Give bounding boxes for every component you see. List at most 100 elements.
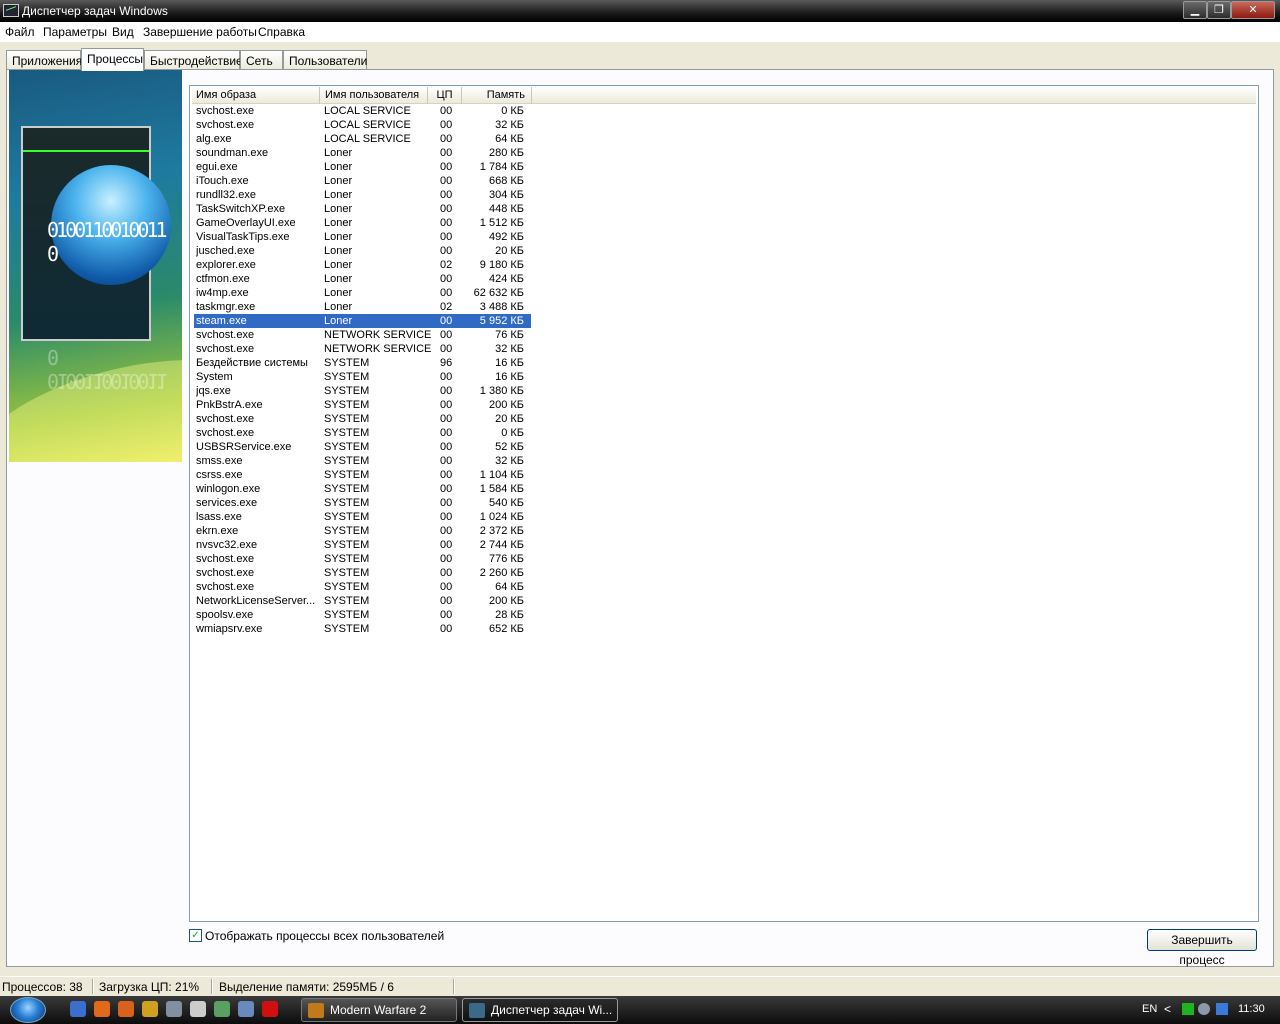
tab-applications[interactable]: Приложения [6,50,82,70]
process-cpu: 00 [440,455,453,467]
table-row[interactable]: svchost.exe NETWORK SERVICE 00 32 КБ [194,342,531,356]
process-name: steam.exe [196,315,247,327]
table-row[interactable]: wmiapsrv.exe SYSTEM 00 652 КБ [194,622,531,636]
end-process-button[interactable]: Завершить процесс [1147,929,1257,967]
tab-network[interactable]: Сеть [240,50,283,70]
eye-app-icon[interactable] [142,1001,158,1017]
process-user: SYSTEM [324,623,370,635]
media-player-icon[interactable] [118,1001,134,1017]
opera-icon[interactable] [262,1001,278,1017]
process-memory: 20 КБ [495,245,524,257]
calculator-icon[interactable] [238,1001,254,1017]
menu-view[interactable]: Вид [112,25,134,39]
table-row[interactable]: iw4mp.exe Loner 00 62 632 КБ [194,286,531,300]
show-all-users-label[interactable]: Отображать процессы всех пользователей [205,929,444,943]
column-image-name[interactable]: Имя образа [192,87,320,104]
table-row[interactable]: iTouch.exe Loner 00 668 КБ [194,174,531,188]
maximize-button[interactable]: ❐ [1207,1,1231,19]
process-name: lsass.exe [196,511,242,523]
menu-shutdown[interactable]: Завершение работы [143,25,257,39]
table-row[interactable]: NetworkLicenseServer... SYSTEM 00 200 КБ [194,594,531,608]
firefox-icon[interactable] [94,1001,110,1017]
table-row[interactable]: TaskSwitchXP.exe Loner 00 448 КБ [194,202,531,216]
table-row[interactable]: PnkBstrA.exe SYSTEM 00 200 КБ [194,398,531,412]
table-row[interactable]: services.exe SYSTEM 00 540 КБ [194,496,531,510]
process-name: jqs.exe [196,385,231,397]
table-row[interactable]: ekrn.exe SYSTEM 00 2 372 КБ [194,524,531,538]
process-memory: 2 260 КБ [479,567,524,579]
menu-file[interactable]: Файл [5,25,35,39]
steam-tray-icon[interactable] [1198,1003,1210,1015]
process-cpu: 00 [440,497,453,509]
steam-icon[interactable] [166,1001,182,1017]
tray-expand-icon[interactable]: < [1164,1002,1176,1016]
table-row[interactable]: spoolsv.exe SYSTEM 00 28 КБ [194,608,531,622]
table-row[interactable]: soundman.exe Loner 00 280 КБ [194,146,531,160]
process-user: SYSTEM [324,413,370,425]
tray-app-icon[interactable] [1182,1003,1194,1015]
status-cpu-usage: Загрузка ЦП: 21% [99,980,200,994]
table-row[interactable]: svchost.exe SYSTEM 00 20 КБ [194,412,531,426]
network-tray-icon[interactable] [1216,1003,1228,1015]
table-row[interactable]: svchost.exe NETWORK SERVICE 00 76 КБ [194,328,531,342]
process-memory: 5 952 КБ [479,315,524,327]
table-row[interactable]: svchost.exe SYSTEM 00 2 260 КБ [194,566,531,580]
menu-options[interactable]: Параметры [43,25,107,39]
table-row[interactable]: GameOverlayUI.exe Loner 00 1 512 КБ [194,216,531,230]
column-user-name[interactable]: Имя пользователя [320,87,428,104]
table-row[interactable]: jqs.exe SYSTEM 00 1 380 КБ [194,384,531,398]
tab-processes[interactable]: Процессы [81,48,144,71]
close-button[interactable]: ✕ [1231,1,1275,19]
title-bar[interactable]: Диспетчер задач Windows ▁ ❐ ✕ [0,0,1280,22]
table-row[interactable]: svchost.exe SYSTEM 00 64 КБ [194,580,531,594]
process-cpu: 00 [440,175,453,187]
process-user: Loner [324,301,353,313]
table-row[interactable]: winlogon.exe SYSTEM 00 1 584 КБ [194,482,531,496]
column-memory[interactable]: Память [462,87,532,104]
table-row[interactable]: VisualTaskTips.exe Loner 00 492 КБ [194,230,531,244]
checkbox-box[interactable]: ✓ [189,929,202,942]
show-desktop-icon[interactable] [70,1001,86,1017]
table-row[interactable]: svchost.exe LOCAL SERVICE 00 0 КБ [194,104,531,118]
clapper-icon[interactable] [190,1001,206,1017]
table-row[interactable]: svchost.exe SYSTEM 00 776 КБ [194,552,531,566]
process-user: Loner [324,259,353,271]
process-memory: 9 180 КБ [479,259,524,271]
table-row[interactable]: egui.exe Loner 00 1 784 КБ [194,160,531,174]
clock[interactable]: 11:30 [1238,1003,1265,1015]
taskbar-item-task-manager[interactable]: Диспетчер задач Wi... [462,998,618,1022]
process-cpu: 00 [440,399,453,411]
table-row[interactable]: csrss.exe SYSTEM 00 1 104 КБ [194,468,531,482]
table-row[interactable]: svchost.exe SYSTEM 00 0 КБ [194,426,531,440]
table-row[interactable]: rundll32.exe Loner 00 304 КБ [194,188,531,202]
table-row[interactable]: lsass.exe SYSTEM 00 1 024 КБ [194,510,531,524]
process-name: jusched.exe [196,245,255,257]
network-icon[interactable] [214,1001,230,1017]
language-indicator[interactable]: EN [1142,1003,1157,1015]
process-user: SYSTEM [324,553,370,565]
table-row[interactable]: Бездействие системы SYSTEM 96 16 КБ [194,356,531,370]
column-cpu[interactable]: ЦП [428,87,462,104]
process-name: USBSRService.exe [196,441,292,453]
process-memory: 1 784 КБ [479,161,524,173]
table-row[interactable]: nvsvc32.exe SYSTEM 00 2 744 КБ [194,538,531,552]
tab-users[interactable]: Пользователи [283,50,367,70]
process-list[interactable]: Имя образа Имя пользователя ЦП Память sv… [189,85,1259,922]
table-row[interactable]: alg.exe LOCAL SERVICE 00 64 КБ [194,132,531,146]
table-row[interactable]: System SYSTEM 00 16 КБ [194,370,531,384]
table-row[interactable]: svchost.exe LOCAL SERVICE 00 32 КБ [194,118,531,132]
table-row[interactable]: jusched.exe Loner 00 20 КБ [194,244,531,258]
minimize-button[interactable]: ▁ [1183,1,1207,19]
table-row[interactable]: USBSRService.exe SYSTEM 00 52 КБ [194,440,531,454]
process-memory: 0 КБ [501,427,524,439]
table-row[interactable]: explorer.exe Loner 02 9 180 КБ [194,258,531,272]
taskbar-item-modern-warfare[interactable]: Modern Warfare 2 [301,998,457,1022]
table-row[interactable]: smss.exe SYSTEM 00 32 КБ [194,454,531,468]
table-row[interactable]: ctfmon.exe Loner 00 424 КБ [194,272,531,286]
process-name: winlogon.exe [196,483,261,495]
table-row[interactable]: steam.exe Loner 00 5 952 КБ [194,314,531,328]
menu-help[interactable]: Справка [258,25,305,39]
table-row[interactable]: taskmgr.exe Loner 02 3 488 КБ [194,300,531,314]
start-button[interactable] [10,997,46,1023]
tab-performance[interactable]: Быстродействие [144,50,243,70]
